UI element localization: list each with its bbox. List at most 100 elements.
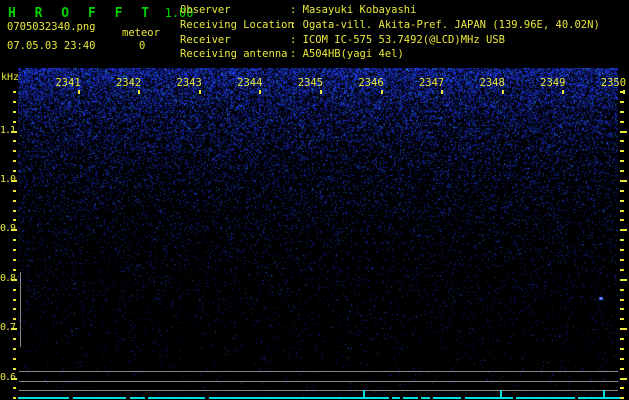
freq-tick-right <box>620 298 624 301</box>
freq-tick-left <box>11 229 17 232</box>
station-info-row: Receiver: ICOM IC-575 53.7492(@LCD)MHz U… <box>180 32 600 47</box>
freq-tick-left <box>13 100 16 103</box>
freq-tick-right <box>620 278 627 281</box>
freq-tick-left <box>13 150 16 153</box>
freq-tick-left <box>13 387 16 390</box>
level-trace-segment <box>465 397 513 399</box>
level-trace-segment <box>392 397 400 399</box>
freq-tick-left <box>11 130 17 133</box>
freq-tick-right <box>620 179 627 182</box>
info-value: Masayuki Kobayashi <box>302 4 417 16</box>
freq-tick-left <box>13 249 16 252</box>
freq-tick-left <box>13 338 16 340</box>
spectrogram-noise-canvas <box>18 68 618 398</box>
freq-tick-left <box>13 160 16 163</box>
level-reference-line <box>19 371 618 372</box>
info-value: ICOM IC-575 53.7492(@LCD)MHz USB <box>302 33 505 46</box>
freq-tick-right <box>620 377 627 380</box>
freq-tick-left <box>13 239 16 242</box>
time-tick-label: 2347 <box>418 77 445 89</box>
freq-tick-right <box>620 387 624 390</box>
info-colon: : <box>290 33 303 46</box>
station-info-row: Receiving Location: Ogata-vill. Akita-Pr… <box>180 17 600 32</box>
time-tick-mark <box>77 90 80 94</box>
freq-tick-left <box>13 91 16 93</box>
freq-tick-right <box>620 397 624 400</box>
output-filename: 0705032340.png <box>7 21 96 33</box>
info-label: Observer <box>180 4 231 16</box>
info-colon: : <box>290 4 303 16</box>
freq-tick-right <box>620 367 624 370</box>
time-tick-label: 2350 <box>600 77 627 89</box>
level-trace-segment <box>578 397 620 399</box>
info-label: Receiving Location <box>180 18 294 31</box>
freq-tick-left <box>13 347 16 350</box>
time-tick-mark <box>501 90 504 94</box>
time-tick-mark <box>562 90 565 94</box>
level-trace-segment <box>421 397 430 399</box>
meteor-count: 0 <box>139 40 146 52</box>
freq-tick-left <box>13 268 16 271</box>
time-tick-mark <box>380 90 383 94</box>
level-trace-spike <box>363 390 365 397</box>
freq-tick-left <box>13 120 16 123</box>
freq-tick-left <box>13 308 16 311</box>
freq-tick-right <box>620 209 624 212</box>
time-tick-label: 2346 <box>358 77 384 89</box>
freq-tick-right <box>620 239 624 242</box>
info-colon: : <box>290 18 303 31</box>
info-colon: : <box>290 48 303 61</box>
freq-tick-left <box>13 357 16 360</box>
time-tick-mark <box>441 90 444 94</box>
info-label: Receiver <box>180 33 231 46</box>
time-tick-mark <box>319 90 322 94</box>
freq-tick-right <box>620 288 624 291</box>
freq-tick-left <box>13 367 16 370</box>
freq-tick-left <box>13 170 16 172</box>
freq-tick-left <box>11 377 17 380</box>
freq-tick-right <box>620 199 624 202</box>
freq-tick-right <box>620 347 624 350</box>
level-trace-spike <box>500 390 502 397</box>
freq-tick-right <box>620 249 624 252</box>
freq-tick-right <box>620 170 624 172</box>
meteor-mode-label: meteor <box>122 27 160 39</box>
freq-tick-right <box>620 229 627 232</box>
freq-tick-left <box>13 298 16 301</box>
freq-tick-right <box>620 328 627 331</box>
time-tick-mark <box>138 90 141 94</box>
time-tick-label: 2345 <box>297 77 324 89</box>
freq-tick-right <box>620 140 624 143</box>
freq-tick-left <box>13 397 16 400</box>
freq-tick-left <box>13 288 16 291</box>
hrofft-screen: H R O F F T 1.00 0705032340.png meteor 07… <box>0 0 629 400</box>
capture-datetime: 07.05.03 23:40 <box>7 40 96 52</box>
level-scale-bar <box>20 272 21 347</box>
freq-tick-right <box>620 160 624 163</box>
station-info-row: Receiving antenna: A504HB(yagi 4el) <box>180 46 600 61</box>
freq-tick-left <box>13 189 16 192</box>
freq-tick-right <box>620 100 624 103</box>
freq-tick-right <box>620 268 624 271</box>
freq-tick-right <box>620 357 624 360</box>
level-trace-segment <box>433 397 461 399</box>
station-info: Observer: Masayuki Kobayashi Receiving Lo… <box>180 2 600 61</box>
freq-tick-left <box>13 318 16 321</box>
info-value: A504HB(yagi 4el) <box>302 48 404 61</box>
freq-tick-left <box>13 110 16 113</box>
time-tick-label: 2341 <box>55 77 81 89</box>
freq-tick-right <box>620 318 624 321</box>
app-title: H R O F F T <box>8 6 155 21</box>
level-reference-line <box>19 390 618 391</box>
freq-tick-right <box>620 259 624 261</box>
freq-tick-right <box>620 91 624 93</box>
time-tick-mark <box>198 90 201 94</box>
level-trace-segment <box>148 397 205 399</box>
freq-tick-left <box>11 179 17 182</box>
station-info-row: Observer: Masayuki Kobayashi <box>180 2 600 17</box>
level-trace-segment <box>516 397 575 399</box>
freq-tick-left <box>13 219 16 222</box>
level-trace-spike <box>603 390 605 397</box>
level-trace-segment <box>130 397 145 399</box>
time-tick-label: 2343 <box>176 77 202 89</box>
